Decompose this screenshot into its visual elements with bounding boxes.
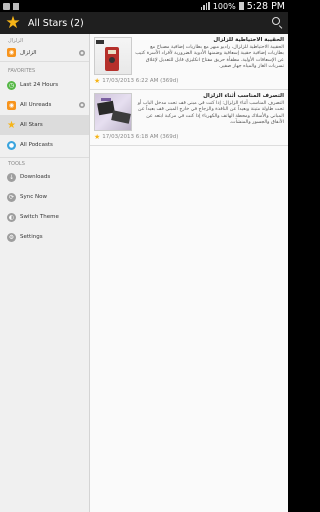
star-icon: ★	[7, 119, 16, 131]
notification-icon	[3, 2, 10, 10]
sidebar-item-switch-theme[interactable]: ◐ Switch Theme	[0, 207, 89, 227]
sidebar-item-settings[interactable]: ⚙ Settings	[0, 227, 89, 247]
sidebar-item-label: All Podcasts	[20, 142, 53, 148]
article-item[interactable]: التصرف المناسب أثناء الزلزال التصرف المن…	[90, 90, 288, 146]
sidebar-item-label: Sync Now	[20, 194, 47, 200]
article-headline: الحقيبة الاحتياطية للزلزال	[213, 37, 284, 43]
signal-icon	[200, 2, 210, 10]
battery-icon	[238, 2, 244, 10]
download-icon: ↓	[7, 172, 16, 182]
sidebar-item-label: Settings	[20, 234, 43, 240]
theme-icon: ◐	[7, 212, 16, 222]
battery-percent: 100%	[212, 1, 236, 11]
clock-icon: ◷	[7, 80, 16, 90]
search-icon[interactable]	[270, 16, 284, 30]
article-thumbnail	[94, 93, 132, 131]
favorites-header: FAVORITES	[8, 68, 36, 74]
clock-time: 5:28 PM	[246, 0, 285, 12]
section-header-category: الزلزال	[8, 38, 23, 44]
rss-icon: ◉	[7, 48, 16, 57]
sidebar-item-feed[interactable]: ◉ الزلزال ◉	[0, 44, 89, 62]
sidebar-item-sync-now[interactable]: ⟳ Sync Now	[0, 187, 89, 207]
sidebar-item-all-unreads[interactable]: ◉ All Unreads ◉	[0, 95, 89, 115]
feed-badge: ◉	[79, 49, 85, 56]
starred-icon[interactable]: ★	[94, 77, 100, 85]
article-date: 17/03/2013 6:18 AM (369d)	[102, 134, 179, 140]
sidebar-item-downloads[interactable]: ↓ Downloads	[0, 167, 89, 187]
sidebar-item-label: All Unreads	[20, 102, 52, 108]
podcast-icon: ●	[7, 140, 16, 150]
sidebar-item-label: All Stars	[20, 122, 43, 128]
rss-icon: ◉	[7, 100, 16, 110]
article-headline: التصرف المناسب أثناء الزلزال	[203, 93, 284, 99]
tools-header: TOOLS	[0, 157, 89, 167]
sidebar-item-last-24-hours[interactable]: ◷ Last 24 Hours	[0, 75, 89, 95]
article-summary: التصرف المناسب أثناء الزلزال: إذا كنت في…	[137, 101, 284, 125]
page-title: All Stars (2)	[28, 17, 84, 29]
article-item[interactable]: الحقيبة الاحتياطية للزلزال الحقيبة الاحت…	[90, 34, 288, 90]
sidebar-item-label: Switch Theme	[20, 214, 59, 220]
sidebar-item-label: Downloads	[20, 174, 51, 180]
status-bar: 100% 5:28 PM	[0, 0, 288, 12]
sidebar: الزلزال ◉ الزلزال ◉ FAVORITES ◷ Last 24 …	[0, 34, 90, 512]
article-thumbnail	[94, 37, 132, 75]
usb-icon	[13, 2, 19, 10]
gear-icon: ⚙	[7, 232, 16, 242]
article-date: 17/03/2013 6:22 AM (369d)	[102, 78, 179, 84]
unread-badge: ◉	[79, 102, 85, 108]
sidebar-item-label: Last 24 Hours	[20, 82, 59, 88]
starred-icon[interactable]: ★	[94, 133, 100, 141]
article-list: الحقيبة الاحتياطية للزلزال الحقيبة الاحت…	[90, 34, 288, 512]
app-star-icon[interactable]: ★	[4, 14, 22, 32]
sidebar-item-all-stars[interactable]: ★ All Stars	[0, 115, 89, 135]
sidebar-item-all-podcasts[interactable]: ● All Podcasts	[0, 135, 89, 155]
app-bar: ★ All Stars (2)	[0, 12, 288, 34]
sidebar-item-label: الزلزال	[20, 49, 37, 56]
sync-icon: ⟳	[7, 192, 16, 202]
article-summary: الحقيبة الاحتياطية للزلزال، راديو مبهر م…	[135, 45, 284, 69]
